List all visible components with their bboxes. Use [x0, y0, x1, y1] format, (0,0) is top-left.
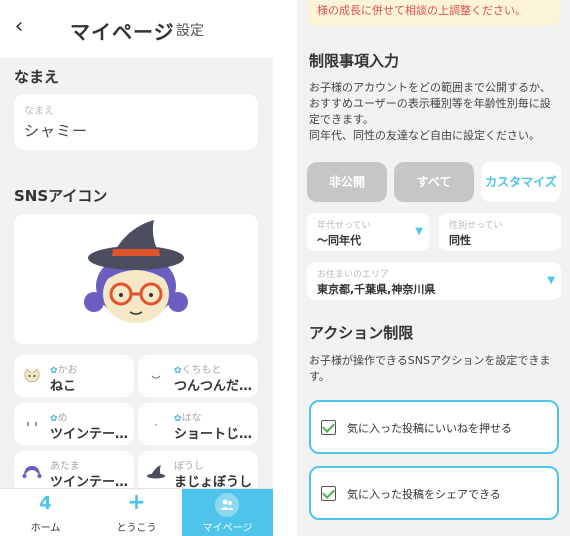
visibility-private-button[interactable]: 非公開 — [307, 162, 387, 202]
share-permission-option[interactable]: 気に入った投稿をシェアできる — [309, 466, 559, 520]
visibility-custom-button[interactable]: カスタマイズ — [481, 162, 561, 202]
sns-icon-section-label: SNSアイコン — [14, 187, 108, 205]
nose-icon — [155, 424, 157, 426]
name-field-value: シャミー — [24, 122, 89, 140]
part-value: ツインテー… — [50, 427, 129, 442]
tab-post[interactable]: + とうこう — [91, 489, 182, 536]
notice-banner: 様の成長に併せて相談の上調整ください。 — [307, 0, 560, 26]
gender-select-value: 同性 — [449, 234, 471, 247]
gender-select[interactable]: 性別せってい 同性 — [439, 213, 561, 251]
part-value: つんつんだ… — [174, 379, 253, 394]
like-permission-option[interactable]: 気に入った投稿にいいねを押せる — [309, 400, 559, 454]
tab-label: マイページ — [202, 523, 253, 534]
name-section-label: なまえ — [14, 68, 60, 86]
notice-text: 様の成長に併せて相談の上調整ください。 — [317, 4, 526, 17]
part-face[interactable]: ✿かお ねこ — [14, 355, 134, 397]
settings-link[interactable]: 設定 — [176, 20, 204, 40]
restriction-settings-screen: 様の成長に併せて相談の上調整ください。 制限事項入力 お子様のアカウントをどの範… — [297, 0, 570, 536]
people-icon — [220, 499, 234, 510]
dropdown-arrow-icon: ▼ — [415, 226, 423, 237]
checkbox[interactable] — [321, 420, 336, 435]
option-label: 気に入った投稿をシェアできる — [347, 488, 501, 501]
visibility-all-button[interactable]: すべて — [394, 162, 474, 202]
tab-label: ホーム — [30, 523, 61, 534]
part-hat[interactable]: ぼうし まじょぼうし — [138, 451, 258, 493]
home-icon: 4 — [39, 493, 52, 514]
part-eyes[interactable]: ✿め ツインテー… — [14, 403, 134, 445]
area-select-value: 東京都,千葉県,神奈川県 — [317, 283, 436, 296]
avatar-preview — [14, 214, 258, 344]
tab-home[interactable]: 4 ホーム — [0, 489, 91, 536]
part-nose[interactable]: ✿はな ショートじ… — [138, 403, 258, 445]
option-label: 気に入った投稿にいいねを押せる — [347, 422, 512, 435]
witch-avatar-icon — [84, 220, 188, 323]
restrictions-heading: 制限事項入力 — [309, 52, 400, 70]
part-value: ショートじ… — [174, 427, 253, 442]
hair-icon — [22, 466, 42, 478]
witch-hat-icon — [147, 465, 165, 479]
actions-heading: アクション制限 — [309, 324, 414, 342]
tab-mypage[interactable]: マイページ — [182, 489, 273, 536]
age-select-value: 〜同年代 — [317, 234, 361, 247]
cat-face-icon — [24, 368, 40, 383]
mouth-icon — [151, 375, 161, 379]
restrictions-description: お子様のアカウントをどの範囲まで公開するか、 おすすめユーザーの表示種別等を年齢… — [309, 81, 551, 142]
age-select[interactable]: 年代せってい 〜同年代 ▼ — [307, 213, 429, 251]
bottom-tab-bar: 4 ホーム + とうこう マイページ — [0, 488, 273, 536]
name-field[interactable]: なまえ シャミー — [14, 94, 258, 150]
mypage-screen: ‹ マイページ 設定 なまえ なまえ シャミー SNSアイコン ✿かお ねこ ✿… — [0, 0, 273, 536]
page-title: マイページ — [70, 20, 175, 44]
part-value: ねこ — [50, 379, 77, 394]
part-mouth[interactable]: ✿くちもと つんつんだ… — [138, 355, 258, 397]
name-field-placeholder: なまえ — [24, 106, 54, 117]
actions-description: お子様が操作できるSNSアクションを設定できま す。 — [309, 354, 551, 383]
plus-icon: + — [127, 490, 146, 515]
part-head[interactable]: あたま ツインテー… — [14, 451, 134, 493]
header: ‹ マイページ 設定 — [0, 0, 273, 58]
checkbox[interactable] — [321, 486, 336, 501]
dropdown-arrow-icon: ▼ — [547, 275, 555, 286]
area-select[interactable]: お住まいのエリア 東京都,千葉県,神奈川県 ▼ — [307, 262, 561, 300]
tab-label: とうこう — [116, 523, 157, 534]
back-icon[interactable]: ‹ — [8, 14, 30, 39]
eyes-icon — [27, 422, 37, 426]
